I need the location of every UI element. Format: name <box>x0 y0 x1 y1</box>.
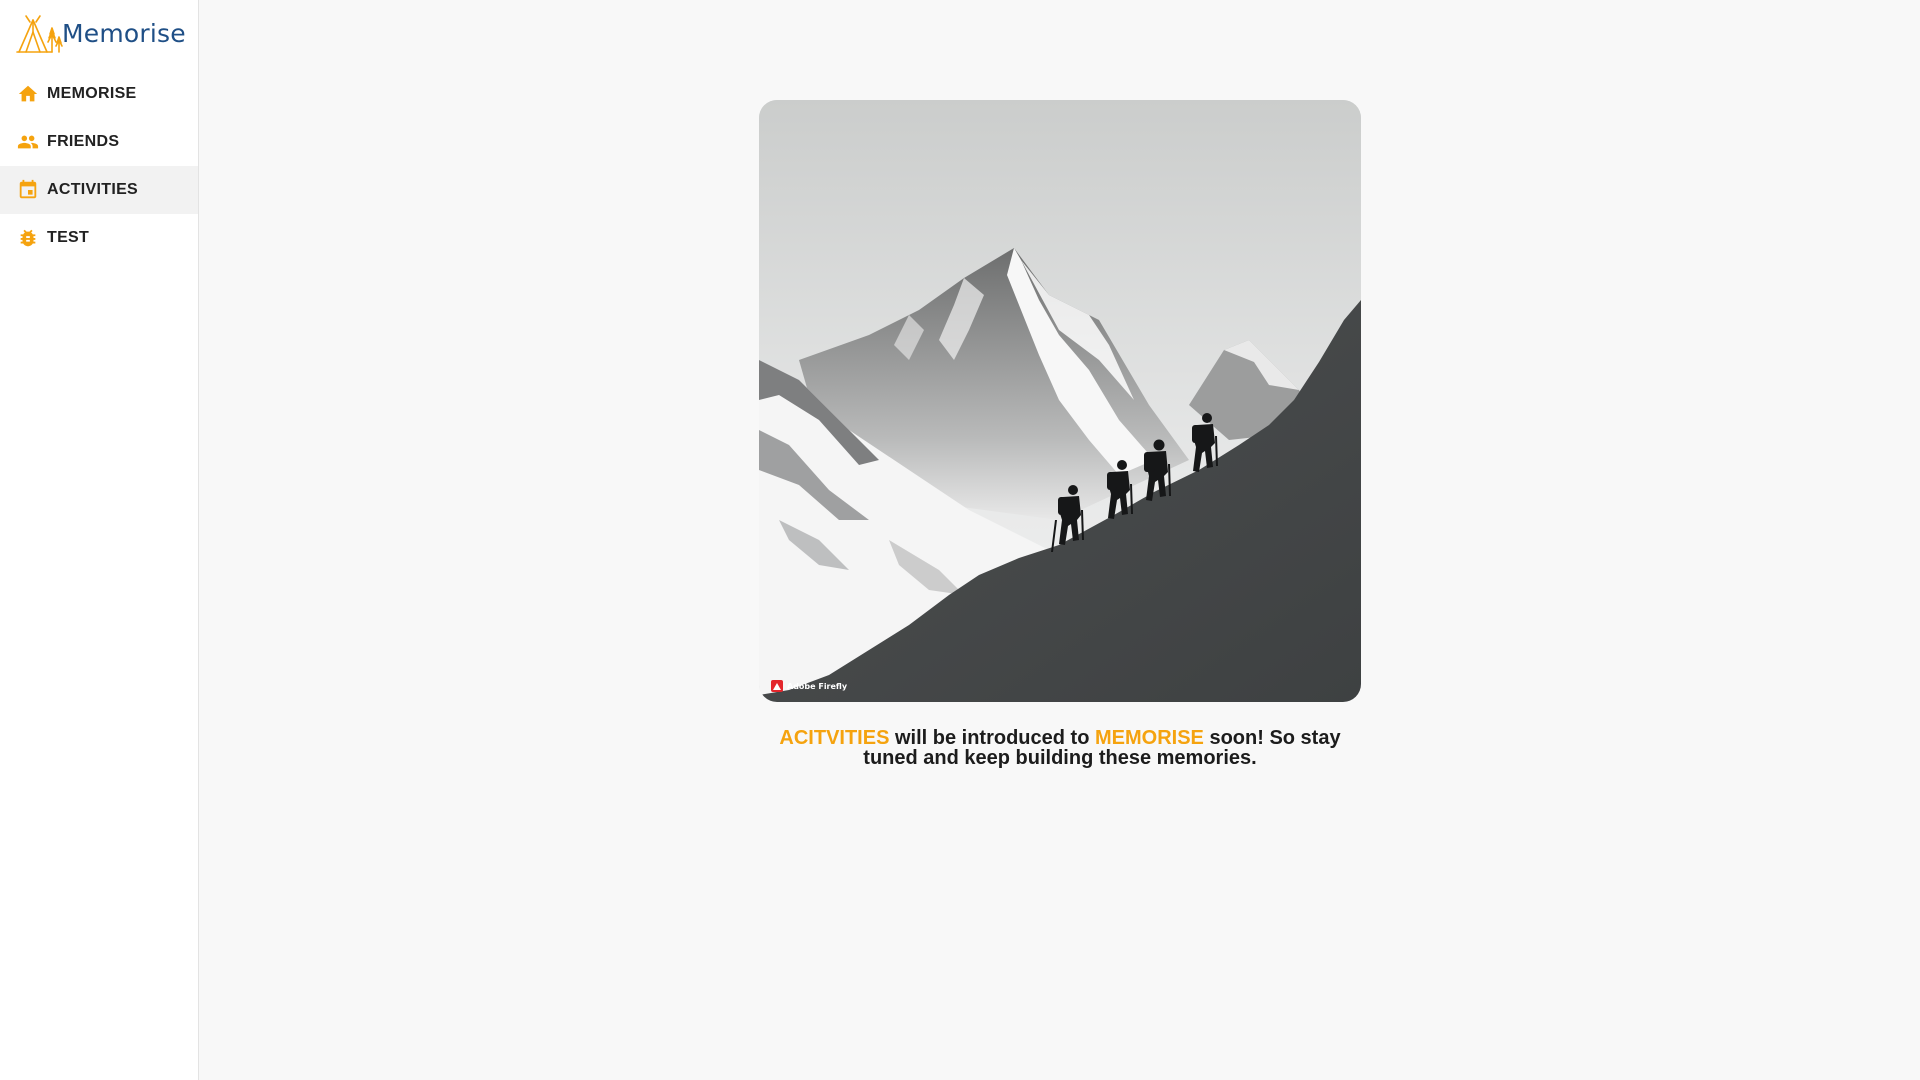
bug-icon <box>17 227 39 249</box>
sidebar-item-label: MEMORISE <box>47 85 137 102</box>
adobe-logo-icon <box>771 680 783 692</box>
coming-soon-message: ACITVITIES will be introduced to MEMORIS… <box>759 728 1361 768</box>
mountain-hikers-illustration <box>759 100 1361 702</box>
sidebar-item-memorise[interactable]: MEMORISE <box>0 70 198 118</box>
sidebar-nav: MEMORISE FRIENDS ACTIVITIES TEST <box>0 70 198 262</box>
adobe-firefly-watermark: Adobe Firefly <box>771 680 847 692</box>
main-content: Adobe Firefly ACITVITIES will be introdu… <box>199 0 1920 1080</box>
sidebar: Memorise MEMORISE FRIENDS ACTIVITIES TES… <box>0 0 199 1080</box>
message-highlight-activities: ACITVITIES <box>779 727 890 749</box>
watermark-text: Adobe Firefly <box>787 681 848 691</box>
brand-name: Memorise <box>62 18 186 48</box>
tent-trees-logo-icon <box>16 15 63 53</box>
message-text: will be introduced to <box>889 727 1095 749</box>
calendar-icon <box>17 179 39 201</box>
sidebar-item-label: FRIENDS <box>47 133 120 150</box>
sidebar-item-activities[interactable]: ACTIVITIES <box>0 166 198 214</box>
sidebar-item-label: TEST <box>47 229 90 246</box>
sidebar-item-test[interactable]: TEST <box>0 214 198 262</box>
people-icon <box>17 131 39 153</box>
brand[interactable]: Memorise <box>0 0 198 66</box>
sidebar-item-label: ACTIVITIES <box>47 181 139 198</box>
hero-image: Adobe Firefly <box>759 100 1361 702</box>
home-icon <box>17 83 39 105</box>
app-root: Memorise MEMORISE FRIENDS ACTIVITIES TES… <box>0 0 1920 1080</box>
sidebar-item-friends[interactable]: FRIENDS <box>0 118 198 166</box>
message-highlight-memorise: MEMORISE <box>1094 727 1204 749</box>
